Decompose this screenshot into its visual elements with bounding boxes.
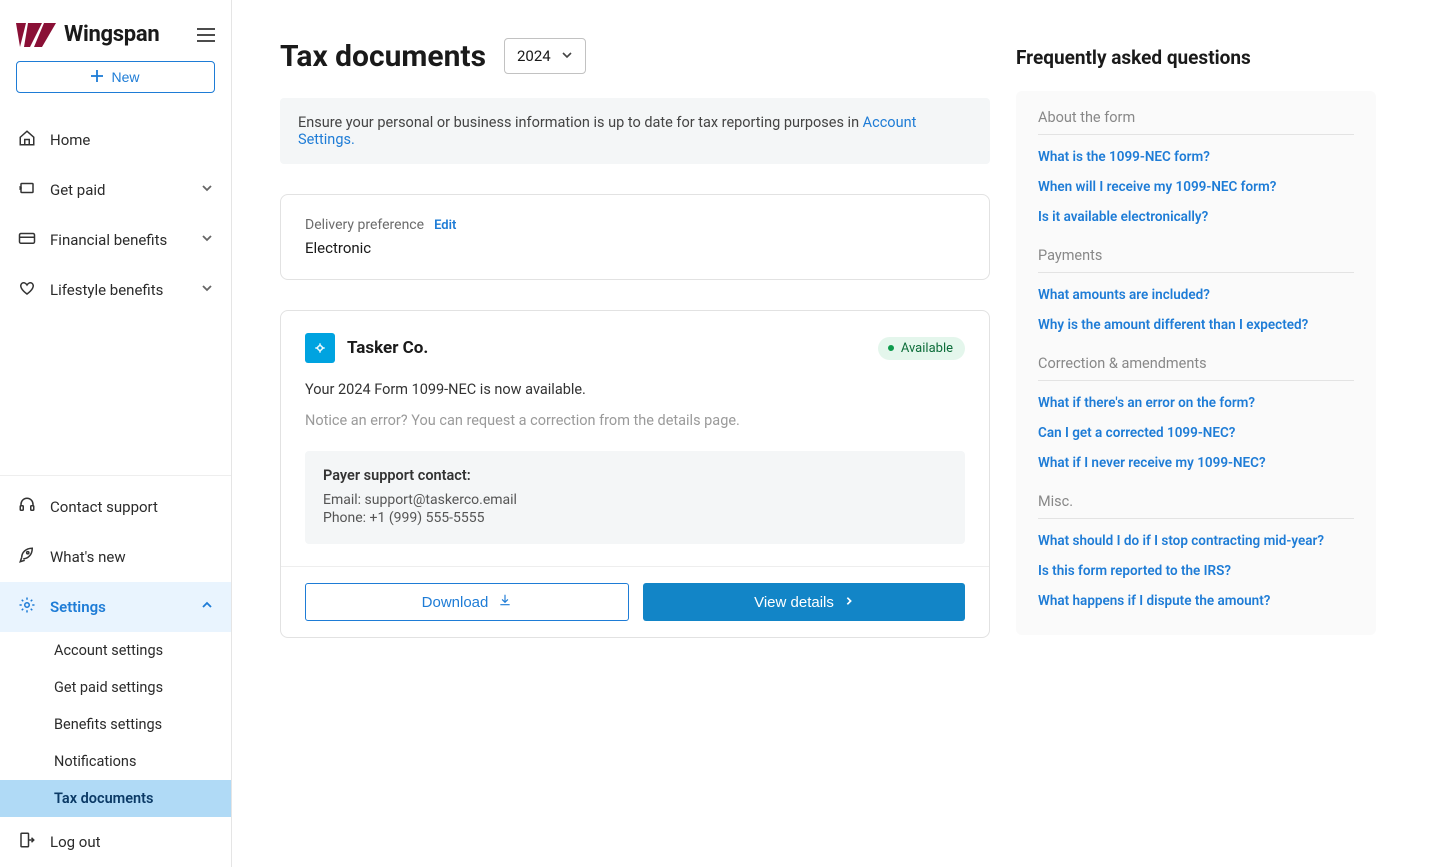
faq-heading: About the form [1038,109,1354,135]
faq-link[interactable]: What if there's an error on the form? [1038,395,1354,411]
faq-link[interactable]: When will I receive my 1099-NEC form? [1038,179,1354,195]
sidebar-item-whats-new[interactable]: What's new [0,532,231,582]
faq-group-corrections: Correction & amendments What if there's … [1038,355,1354,471]
company-name: Tasker Co. [347,338,428,358]
faq-link[interactable]: What happens if I dispute the amount? [1038,593,1354,609]
faq-link[interactable]: What is the 1099-NEC form? [1038,149,1354,165]
nav-secondary: Contact support What's new Settings Acco… [0,476,231,867]
sidebar-item-settings[interactable]: Settings [0,582,231,632]
faq-link[interactable]: Can I get a corrected 1099-NEC? [1038,425,1354,441]
delivery-preference-card: Delivery preference Edit Electronic [280,194,990,280]
sidebar-item-label: Log out [50,833,213,851]
form-available-message: Your 2024 Form 1099-NEC is now available… [305,381,965,398]
faq-box: About the form What is the 1099-NEC form… [1016,91,1376,635]
status-text: Available [901,341,953,356]
money-in-icon [18,179,36,201]
home-icon [18,129,36,151]
faq-column: Frequently asked questions About the for… [1016,38,1376,827]
info-banner-text: Ensure your personal or business informa… [298,114,863,131]
support-title: Payer support contact: [323,467,947,484]
sidebar-item-get-paid[interactable]: Get paid [0,165,231,215]
sidebar-item-label: Financial benefits [50,231,187,249]
tax-document-card: Tasker Co. Available Your 2024 Form 1099… [280,310,990,638]
chevron-right-icon [844,594,854,611]
company-avatar-icon [305,333,335,363]
logout-icon [18,831,36,853]
sidebar-item-label: Home [50,131,213,149]
gear-icon [18,596,36,618]
page-header: Tax documents 2024 [280,38,990,74]
sidebar: Wingspan New Home Get paid [0,0,232,867]
info-banner: Ensure your personal or business informa… [280,98,990,164]
settings-submenu: Account settings Get paid settings Benef… [0,632,231,817]
page-title: Tax documents [280,39,486,74]
chevron-down-icon [201,232,213,248]
new-button-label: New [111,69,139,85]
headset-icon [18,496,36,518]
sub-item-benefits-settings[interactable]: Benefits settings [0,706,231,743]
view-details-button[interactable]: View details [643,583,965,621]
sub-item-get-paid-settings[interactable]: Get paid settings [0,669,231,706]
brand-logo-icon [16,23,56,47]
faq-heading: Payments [1038,247,1354,273]
main-area: Tax documents 2024 Ensure your personal … [232,0,1440,867]
sub-item-tax-documents[interactable]: Tax documents [0,780,231,817]
faq-link[interactable]: What should I do if I stop contracting m… [1038,533,1354,549]
faq-heading: Misc. [1038,493,1354,519]
sidebar-item-label: Get paid [50,181,187,199]
sidebar-item-label: Contact support [50,498,213,516]
form-correction-note: Notice an error? You can request a corre… [305,412,965,429]
support-contact-box: Payer support contact: Email: support@ta… [305,451,965,544]
edit-delivery-link[interactable]: Edit [434,218,456,233]
sub-item-notifications[interactable]: Notifications [0,743,231,780]
chevron-down-icon [561,47,573,65]
plus-icon [91,69,103,85]
chevron-down-icon [201,182,213,198]
menu-toggle-icon[interactable] [197,28,215,42]
sidebar-header: Wingspan [0,0,231,61]
new-button[interactable]: New [16,61,215,93]
sidebar-item-label: Lifestyle benefits [50,281,187,299]
chevron-up-icon [201,599,213,615]
download-icon [498,593,512,611]
status-badge: Available [878,337,965,360]
brand-name: Wingspan [64,22,159,47]
download-button[interactable]: Download [305,583,629,621]
faq-link[interactable]: Why is the amount different than I expec… [1038,317,1354,333]
download-button-label: Download [422,594,489,611]
nav-primary: Home Get paid Financial benefits Lifesty… [0,109,231,315]
faq-group-misc: Misc. What should I do if I stop contrac… [1038,493,1354,609]
faq-group-payments: Payments What amounts are included? Why … [1038,247,1354,333]
year-selector[interactable]: 2024 [504,38,586,74]
heart-icon [18,279,36,301]
sub-item-account-settings[interactable]: Account settings [0,632,231,669]
sidebar-item-financial-benefits[interactable]: Financial benefits [0,215,231,265]
faq-link[interactable]: Is it available electronically? [1038,209,1354,225]
sidebar-item-contact-support[interactable]: Contact support [0,482,231,532]
delivery-pref-value: Electronic [305,239,965,257]
faq-link[interactable]: What amounts are included? [1038,287,1354,303]
view-details-label: View details [754,594,834,611]
faq-link[interactable]: Is this form reported to the IRS? [1038,563,1354,579]
year-value: 2024 [517,47,551,65]
faq-group-about: About the form What is the 1099-NEC form… [1038,109,1354,225]
sidebar-item-label: What's new [50,548,213,566]
faq-title: Frequently asked questions [1016,38,1376,69]
faq-link[interactable]: What if I never receive my 1099-NEC? [1038,455,1354,471]
faq-heading: Correction & amendments [1038,355,1354,381]
sidebar-item-label: Settings [50,598,187,616]
card-icon [18,229,36,251]
support-email: Email: support@taskerco.email [323,492,947,508]
support-phone: Phone: +1 (999) 555-5555 [323,510,947,526]
rocket-icon [18,546,36,568]
sidebar-item-lifestyle-benefits[interactable]: Lifestyle benefits [0,265,231,315]
sidebar-item-logout[interactable]: Log out [0,817,231,867]
sidebar-item-home[interactable]: Home [0,115,231,165]
content-column: Tax documents 2024 Ensure your personal … [280,38,990,827]
action-row: Download View details [281,566,989,637]
status-dot-icon [888,345,894,351]
delivery-pref-label: Delivery preference [305,217,424,233]
chevron-down-icon [201,282,213,298]
brand[interactable]: Wingspan [16,22,159,47]
